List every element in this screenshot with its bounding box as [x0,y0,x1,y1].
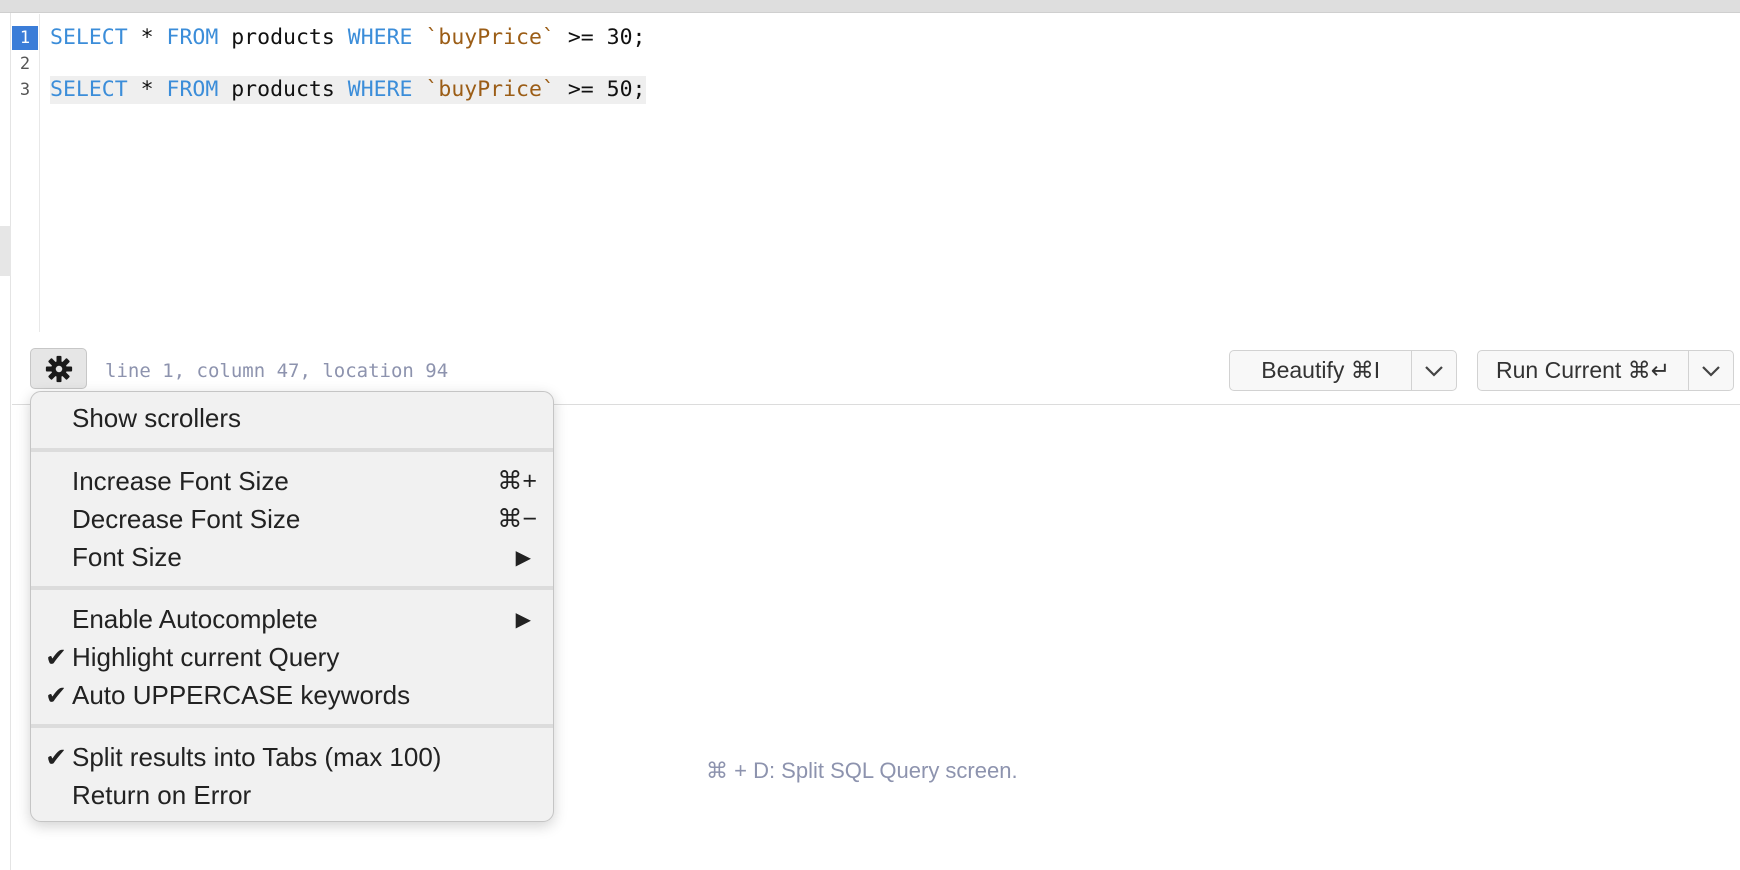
menu-item-auto-uppercase-keywords[interactable]: ✔ Auto UPPERCASE keywords [31,676,553,714]
menu-item-font-size[interactable]: Font Size ▶ [31,538,553,576]
beautify-split-button: Beautify ⌘I [1229,350,1457,391]
menu-item-label: Increase Font Size [72,465,289,496]
menu-item-label: Enable Autocomplete [72,603,318,634]
code-line-highlighted[interactable]: SELECT * FROM products WHERE `buyPrice` … [50,76,646,104]
sql-identifier: `buyPrice` [425,77,555,102]
chevron-down-icon [1425,365,1443,377]
menu-item-label: Highlight current Query [72,641,340,672]
menu-item-label: Split results into Tabs (max 100) [72,741,442,772]
checkmark-icon: ✔ [45,679,67,710]
menu-item-decrease-font-size[interactable]: Decrease Font Size ⌘− [31,500,553,538]
sql-text: * [127,25,167,50]
menu-item-show-scrollers[interactable]: Show scrollers [31,399,553,437]
beautify-options-dropdown[interactable] [1412,351,1456,390]
menu-separator [31,724,553,728]
beautify-button[interactable]: Beautify ⌘I [1230,351,1413,390]
menu-item-return-on-error[interactable]: Return on Error [31,776,553,814]
checkmark-icon: ✔ [45,741,67,772]
line-number: 1 [12,26,38,50]
sql-keyword: WHERE [347,77,413,102]
sql-text: >= 50; [554,77,646,102]
sql-text: products [218,77,348,102]
editor-settings-menu: Show scrollers Increase Font Size ⌘+ Dec… [30,391,554,822]
sql-keyword: FROM [166,77,219,102]
gear-icon [45,355,72,382]
menu-item-enable-autocomplete[interactable]: Enable Autocomplete ▶ [31,600,553,638]
menu-item-label: Font Size [72,541,182,572]
left-panel-resize-handle[interactable] [0,226,11,276]
editor-settings-button[interactable] [30,348,87,389]
sql-keyword: FROM [166,25,219,50]
split-screen-hint: ⌘ + D: Split SQL Query screen. [706,758,1018,783]
sql-text: >= 30; [554,25,646,50]
submenu-arrow-icon: ▶ [515,546,531,569]
chevron-down-icon [1702,365,1720,377]
sql-keyword: SELECT [50,25,128,50]
sql-keyword: WHERE [347,25,413,50]
run-options-dropdown[interactable] [1689,351,1733,390]
menu-separator [31,448,553,452]
menu-item-label: Auto UPPERCASE keywords [72,679,411,710]
sql-keyword: SELECT [50,77,128,102]
menu-item-highlight-current-query[interactable]: ✔ Highlight current Query [31,638,553,676]
left-panel-edge [0,13,11,870]
menu-separator [31,586,553,590]
checkmark-icon: ✔ [45,641,67,672]
sql-editor[interactable]: 1 2 3 SELECT * FROM products WHERE `buyP… [12,14,1740,332]
code-line[interactable]: SELECT * FROM products WHERE `buyPrice` … [50,24,646,52]
menu-item-label: Decrease Font Size [72,503,301,534]
line-number: 3 [19,80,31,100]
menu-item-label: Return on Error [72,779,252,810]
window-top-strip [0,0,1740,13]
sql-text: * [127,77,167,102]
menu-item-shortcut: ⌘+ [497,467,537,495]
sql-identifier: `buyPrice` [425,25,555,50]
cursor-position-status: line 1, column 47, location 94 [105,360,449,382]
submenu-arrow-icon: ▶ [515,608,531,631]
menu-item-label: Show scrollers [72,402,242,433]
line-number-gutter: 1 2 3 [12,14,40,332]
line-number: 2 [19,54,31,74]
sql-text: products [218,25,348,50]
run-current-button[interactable]: Run Current ⌘↵ [1478,351,1689,390]
run-current-split-button: Run Current ⌘↵ [1477,350,1734,391]
menu-item-increase-font-size[interactable]: Increase Font Size ⌘+ [31,462,553,500]
menu-item-shortcut: ⌘− [497,505,537,533]
menu-item-split-results-into-tabs[interactable]: ✔ Split results into Tabs (max 100) [31,738,553,776]
